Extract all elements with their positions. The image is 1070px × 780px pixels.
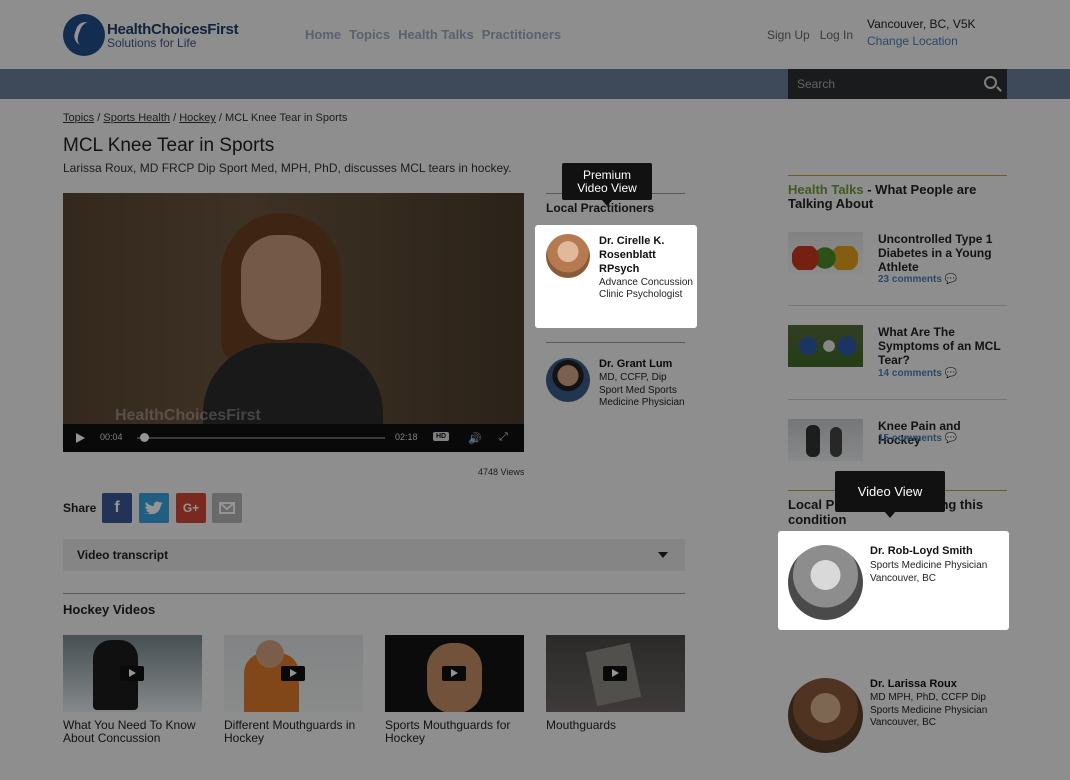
video-controls: 00:04 02:18 HD 🔊 ⤢ [63,424,524,452]
comment-bubble-icon: 💬 [944,274,958,285]
page-subtitle: Larissa Roux, MD FRCP Dip Sport Med, MPH… [63,161,512,175]
search-input[interactable]: Search [797,77,835,91]
change-location-link[interactable]: Change Location [867,34,958,48]
practitioner-role: MD MPH, PhD, CCFP Dip Sports Medicine Ph… [870,692,1010,730]
article-title[interactable]: What Are The Symptoms of an MCL Tear? [878,325,1003,367]
premium-video-view-tooltip: Premium Video View [562,163,652,206]
email-icon [219,502,235,514]
video-transcript-toggle[interactable]: Video transcript [63,539,685,571]
twitter-icon [144,501,163,515]
nav-health-talks[interactable]: Health Talks [398,27,474,42]
comment-count[interactable]: 14 comments 💬 [878,368,957,379]
facebook-share-button[interactable]: f [102,493,132,523]
search-icon[interactable] [984,76,997,89]
video-watermark: HealthChoicesFirst [115,407,261,424]
video-caption[interactable]: Mouthguards [546,719,691,732]
avatar[interactable] [546,234,590,278]
article-title[interactable]: Uncontrolled Type 1 Diabetes in a Young … [878,232,1003,274]
google-plus-share-button[interactable]: G+ [176,493,206,523]
transcript-label: Video transcript [77,548,169,562]
divider [546,342,685,343]
comment-bubble-icon: 💬 [944,368,958,379]
comment-count-text: 15 comments [878,433,942,444]
hockey-videos-title: Hockey Videos [63,602,156,617]
logo-icon[interactable] [63,14,105,56]
progress-track[interactable] [137,437,385,439]
comment-count[interactable]: 15 comments 💬 [878,433,957,444]
video-view-tooltip: Video View [835,471,945,518]
progress-handle[interactable] [139,433,149,442]
comment-bubble-icon: 💬 [944,433,958,444]
share-label: Share [63,501,97,515]
practitioner-location: Vancouver, BC [870,717,936,728]
hd-toggle[interactable]: HD [433,432,450,441]
practitioner-location: Vancouver, BC [870,572,936,584]
comment-count-text: 23 comments [878,274,942,285]
practitioner-role: Advance Concussion Clinic Psychologist [599,277,693,300]
video-thumbnail[interactable] [224,635,363,712]
avatar[interactable] [788,678,863,753]
breadcrumb-hockey[interactable]: Hockey [179,112,216,124]
site-header: HealthChoicesFirst Solutions for Life Ho… [0,0,1070,69]
current-time: 00:04 [100,432,123,442]
divider [788,399,1007,400]
page-title: MCL Knee Tear in Sports [63,135,275,156]
health-talks-label[interactable]: Health Talks [788,182,864,197]
divider [788,305,1007,306]
brand-tagline: Solutions for Life [107,36,197,50]
nav-practitioners[interactable]: Practitioners [482,27,561,42]
avatar[interactable] [546,358,590,402]
twitter-share-button[interactable] [139,493,169,523]
comment-count-text: 14 comments [878,368,942,379]
comment-count[interactable]: 23 comments 💬 [878,274,957,285]
volume-icon[interactable]: 🔊 [468,432,482,445]
video-caption[interactable]: Sports Mouthguards for Hockey [385,719,530,745]
chevron-down-icon [658,552,668,558]
article-thumbnail[interactable] [788,232,863,274]
video-player[interactable]: HealthChoicesFirst [63,193,524,452]
video-caption[interactable]: What You Need To Know About Concussion [63,719,208,745]
page: HealthChoicesFirst Solutions for Life Ho… [0,0,1070,780]
practitioner-role-text: Sports Medicine Physician [870,560,988,571]
breadcrumb-sports-health[interactable]: Sports Health [103,112,170,124]
breadcrumb-topics[interactable]: Topics [63,112,94,124]
breadcrumb: Topics / Sports Health / Hockey / MCL Kn… [63,112,348,124]
play-icon [603,666,627,681]
practitioner-name[interactable]: Dr. Larissa Roux [870,678,957,690]
video-thumbnail[interactable] [385,635,524,712]
video-thumbnail[interactable] [546,635,685,712]
email-share-button[interactable] [212,493,242,523]
view-count: 4748 Views [478,467,525,477]
play-icon[interactable] [76,433,85,443]
auth-links: Sign Up Log In [767,28,853,42]
play-icon [120,666,144,681]
health-talks-title: Health Talks - What People are Talking A… [788,183,998,211]
practitioner-role: Sports Medicine Physician Vancouver, BC [870,560,987,585]
breadcrumb-current: MCL Knee Tear in Sports [225,112,348,124]
divider [788,175,1007,176]
sign-up-link[interactable]: Sign Up [767,28,810,42]
play-icon [281,666,305,681]
avatar[interactable] [788,545,863,620]
log-in-link[interactable]: Log In [820,28,853,42]
video-thumbnail[interactable] [63,635,202,712]
article-thumbnail[interactable] [788,325,863,367]
practitioner-role-text: MD MPH, PhD, CCFP Dip Sports Medicine Ph… [870,692,988,716]
duration: 02:18 [395,432,418,442]
fullscreen-icon[interactable]: ⤢ [499,431,508,444]
practitioner-name[interactable]: Dr. Rob-Loyd Smith [870,545,973,557]
article-thumbnail[interactable] [788,419,863,461]
divider [63,593,685,594]
nav-topics[interactable]: Topics [349,27,390,42]
practitioner-name[interactable]: Dr. Grant Lum [599,358,672,370]
play-icon [442,666,466,681]
video-caption[interactable]: Different Mouthguards in Hockey [224,719,369,745]
current-location: Vancouver, BC, V5K [867,17,976,31]
practitioner-name[interactable]: Dr. Cirelle K. Rosenblatt RPsych [599,234,694,276]
search-box[interactable]: Search [788,69,1007,99]
main-nav: Home Topics Health Talks Practitioners [305,27,561,42]
nav-home[interactable]: Home [305,27,341,42]
practitioner-role: MD, CCFP, Dip Sport Med Sports Medicine … [599,372,685,408]
